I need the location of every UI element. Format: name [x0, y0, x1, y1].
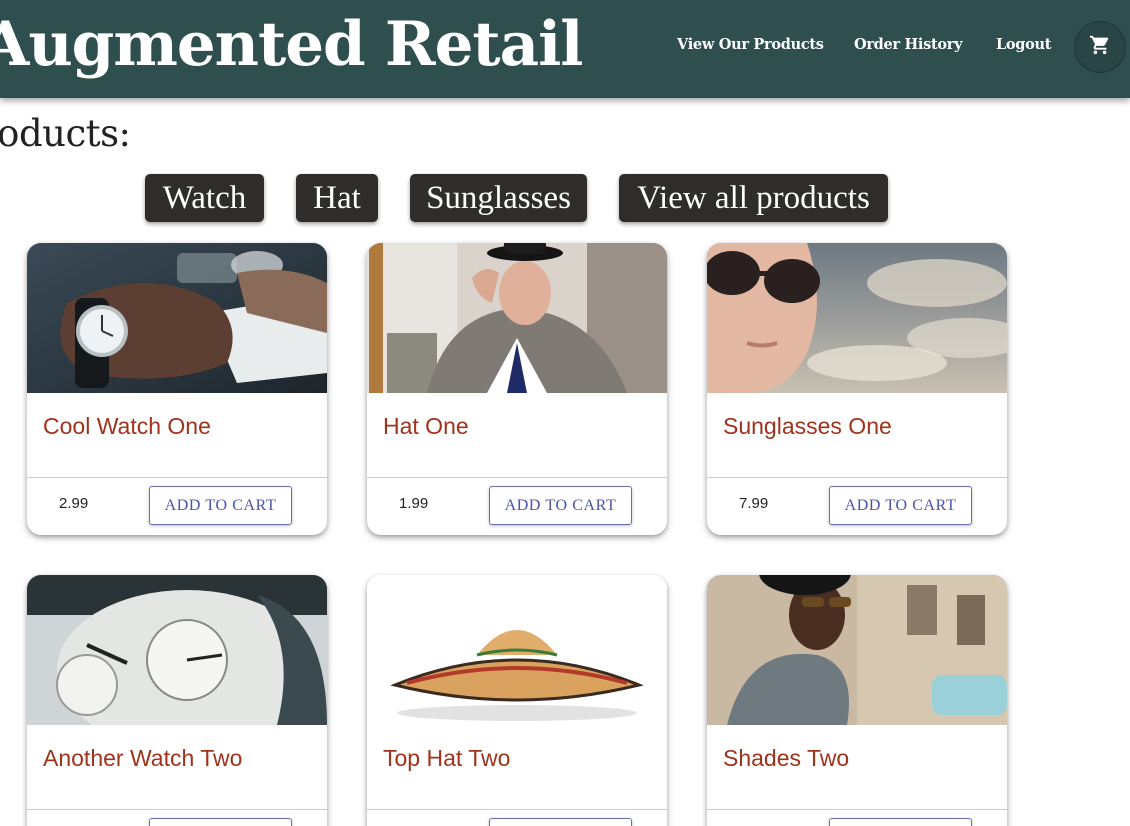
product-card: Top Hat Two ADD TO CART: [367, 575, 667, 826]
product-card: Another Watch Two ADD TO CART: [27, 575, 327, 826]
brand-title[interactable]: Augmented Retail: [0, 6, 583, 84]
product-price: 2.99: [59, 495, 89, 512]
product-image-watch[interactable]: [27, 575, 327, 725]
nav-logout-link[interactable]: Logout: [996, 36, 1051, 53]
product-card: Hat One 1.99 ADD TO CART: [367, 243, 667, 535]
product-card: Shades Two ADD TO CART: [707, 575, 1007, 826]
card-divider: [27, 809, 327, 810]
product-card: Sunglasses One 7.99 ADD TO CART: [707, 243, 1007, 535]
product-image-hat[interactable]: [367, 575, 667, 725]
add-to-cart-button[interactable]: ADD TO CART: [149, 486, 292, 525]
product-title[interactable]: Top Hat Two: [383, 745, 510, 772]
product-price: 7.99: [739, 495, 769, 512]
product-title[interactable]: Shades Two: [723, 745, 849, 772]
product-title[interactable]: Cool Watch One: [43, 413, 211, 440]
add-to-cart-button[interactable]: ADD TO CART: [829, 486, 972, 525]
card-divider: [27, 477, 327, 478]
card-divider: [707, 477, 1007, 478]
card-divider: [367, 477, 667, 478]
add-to-cart-button[interactable]: ADD TO CART: [489, 818, 632, 826]
cart-icon: [1089, 34, 1111, 61]
nav-view-products-link[interactable]: View Our Products: [677, 36, 824, 53]
product-title[interactable]: Sunglasses One: [723, 413, 892, 440]
product-card: Cool Watch One 2.99 ADD TO CART: [27, 243, 327, 535]
card-divider: [367, 809, 667, 810]
product-title[interactable]: Hat One: [383, 413, 469, 440]
add-to-cart-button[interactable]: ADD TO CART: [149, 818, 292, 826]
product-title[interactable]: Another Watch Two: [43, 745, 242, 772]
product-image-hat[interactable]: [367, 243, 667, 393]
add-to-cart-button[interactable]: ADD TO CART: [489, 486, 632, 525]
filter-sunglasses-button[interactable]: Sunglasses: [410, 174, 587, 222]
cart-button[interactable]: [1074, 21, 1126, 73]
product-image-watch[interactable]: [27, 243, 327, 393]
add-to-cart-button[interactable]: ADD TO CART: [829, 818, 972, 826]
nav-order-history-link[interactable]: Order History: [854, 36, 963, 53]
page-heading: roducts:: [0, 112, 131, 155]
card-divider: [707, 809, 1007, 810]
product-price: 1.99: [399, 495, 429, 512]
product-image-sunglasses[interactable]: [707, 243, 1007, 393]
filter-hat-button[interactable]: Hat: [296, 174, 378, 222]
product-image-sunglasses[interactable]: [707, 575, 1007, 725]
filter-watch-button[interactable]: Watch: [145, 174, 264, 222]
filter-all-products-button[interactable]: View all products: [619, 174, 888, 222]
top-nav-bar: Augmented Retail View Our Products Order…: [0, 0, 1130, 98]
